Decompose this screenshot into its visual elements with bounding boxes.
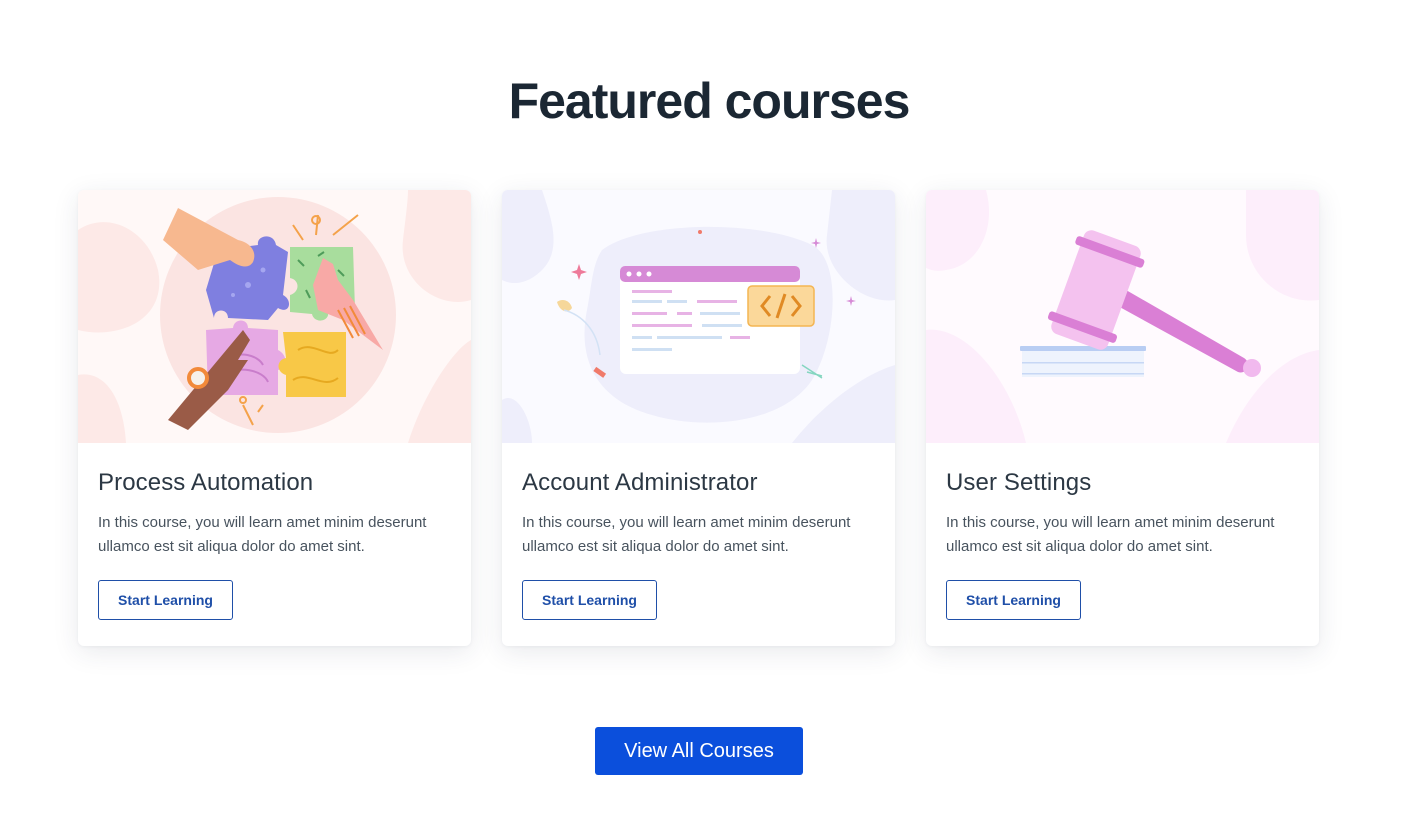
card-body: User Settings In this course, you will l… [926,443,1319,620]
start-learning-button[interactable]: Start Learning [522,580,657,620]
course-description: In this course, you will learn amet mini… [522,514,851,555]
start-learning-button[interactable]: Start Learning [98,580,233,620]
card-body: Process Automation In this course, you w… [78,443,471,620]
course-title: User Settings [946,469,1092,496]
code-window-illustration [502,190,895,443]
gavel-illustration [926,190,1319,443]
view-all-courses-button[interactable]: View All Courses [595,727,803,775]
featured-courses-section: Featured courses Process Automation In t… [0,0,1418,817]
course-card-account-administrator: Account Administrator In this course, yo… [502,190,895,646]
course-card-user-settings: User Settings In this course, you will l… [926,190,1319,646]
card-body: Account Administrator In this course, yo… [502,443,895,620]
course-title: Account Administrator [522,469,758,496]
section-title: Featured courses [508,73,911,129]
start-learning-button[interactable]: Start Learning [946,580,1081,620]
course-title: Process Automation [98,469,314,496]
course-description: In this course, you will learn amet mini… [98,514,427,555]
puzzle-hands-illustration [78,190,471,443]
course-description: In this course, you will learn amet mini… [946,514,1275,555]
course-card-process-automation: Process Automation In this course, you w… [78,190,471,646]
course-cards: Process Automation In this course, you w… [78,190,1319,646]
